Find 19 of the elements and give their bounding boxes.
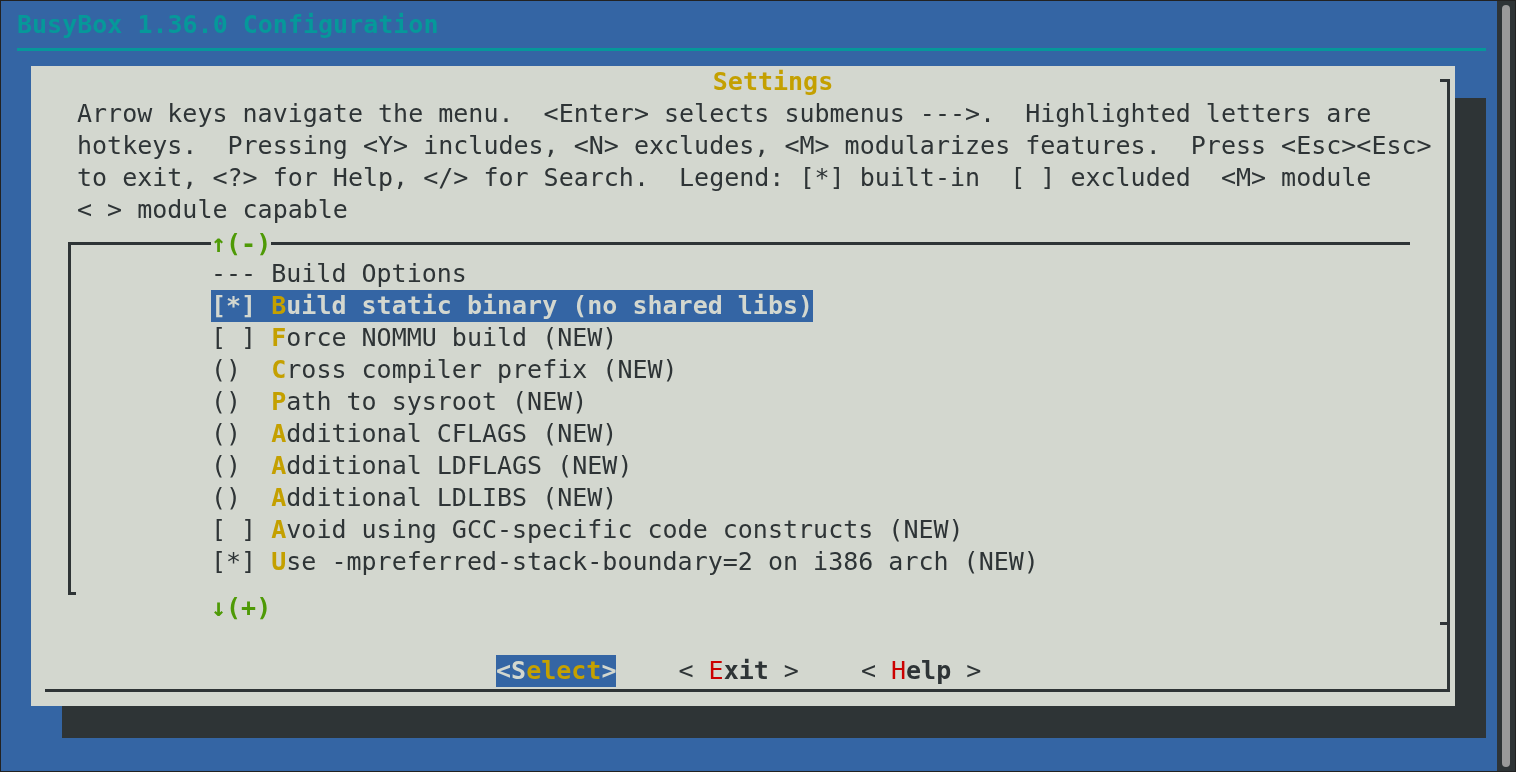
menu-item[interactable]: [*] Build static binary (no shared libs) [211,290,814,322]
menu-item[interactable]: () Cross compiler prefix (NEW) [211,354,678,386]
help-text: hotkeys. Pressing <Y> includes, <N> excludes, <M> modularizes features. Press <Esc><Esc> [77,130,1433,162]
scrollbar[interactable] [1502,5,1510,767]
menu-button[interactable]: < Help > [860,655,982,687]
menu-item[interactable]: () Additional CFLAGS (NEW) [211,418,618,450]
menu-item[interactable]: () Path to sysroot (NEW) [211,386,588,418]
menu-button[interactable]: <Select> [496,655,617,687]
help-text: Arrow keys navigate the menu. <Enter> selects submenus --->. Highlighted letters are [77,98,1373,130]
menu-comment: --- Build Options [211,258,467,290]
menu-item[interactable]: () Additional LDFLAGS (NEW) [211,450,633,482]
dialog-title: Settings [712,67,834,96]
menu-item[interactable]: [ ] Avoid using GCC-specific code constructs (NEW) [211,514,964,546]
menu-item[interactable]: [*] Use -mpreferred-stack-boundary=2 on i386 arch (NEW) [211,546,1039,578]
help-text: to exit, <?> for Help, </> for Search. Legend: [*] built-in [ ] excluded <M> module [77,162,1373,194]
menu-button[interactable]: < Exit > [678,655,799,687]
menu-item[interactable]: () Additional LDLIBS (NEW) [211,482,618,514]
help-text: < > module capable [77,194,349,226]
menu-item[interactable]: [ ] Force NOMMU build (NEW) [211,322,618,354]
